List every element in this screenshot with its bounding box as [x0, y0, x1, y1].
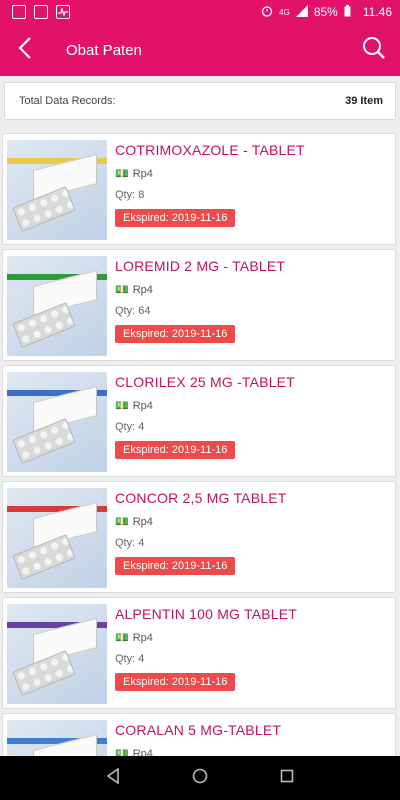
records-count: 39 Item: [345, 95, 383, 107]
nav-back-button[interactable]: [98, 763, 128, 793]
expiry-badge: Ekspired: 2019-11-16: [115, 557, 236, 575]
alarm-icon: [261, 5, 273, 20]
item-title: COTRIMOXAZOLE - TABLET: [115, 142, 305, 158]
battery-percent: 85%: [313, 5, 338, 19]
product-image: [7, 372, 107, 472]
back-button[interactable]: [0, 24, 50, 76]
item-price: Rp4: [132, 167, 153, 180]
money-icon: 💵: [115, 516, 129, 528]
item-price: Rp4: [132, 515, 153, 528]
item-price: Rp4: [132, 283, 153, 296]
item-title: CLORILEX 25 MG -TABLET: [115, 374, 295, 390]
item-qty: Qty: 4: [115, 537, 145, 549]
list-item[interactable]: CORALAN 5 MG-TABLET 💵 Rp4: [2, 713, 396, 757]
money-icon: 💵: [115, 632, 129, 644]
clock-time: 11.46: [362, 5, 392, 19]
image-icon: [34, 5, 48, 19]
nav-home-button[interactable]: [185, 763, 215, 793]
list-item[interactable]: CLORILEX 25 MG -TABLET 💵 Rp4 Qty: 4 Ekspi…: [2, 365, 396, 477]
product-image: [7, 604, 107, 704]
signal-icon: [295, 4, 308, 20]
item-qty: Qty: 64: [115, 305, 151, 317]
status-bar: 4G 85% 11.46: [0, 0, 400, 24]
circle-home-icon: [192, 768, 208, 789]
money-icon: 💵: [115, 284, 129, 296]
records-label: Total Data Records:: [19, 95, 116, 107]
list-item[interactable]: LOREMID 2 MG - TABLET 💵 Rp4 Qty: 64 Ekspi…: [2, 249, 396, 361]
battery-icon: [344, 4, 351, 20]
gallery-icon: [12, 5, 26, 19]
list-item[interactable]: CONCOR 2,5 MG TABLET 💵 Rp4 Qty: 4 Ekspire…: [2, 481, 396, 593]
nav-recents-button[interactable]: [272, 763, 302, 793]
expiry-badge: Ekspired: 2019-11-16: [115, 325, 236, 343]
item-qty: Qty: 4: [115, 421, 145, 433]
records-summary: Total Data Records: 39 Item: [4, 82, 396, 120]
product-image: [7, 140, 107, 240]
item-title: CONCOR 2,5 MG TABLET: [115, 490, 287, 506]
app-bar: Obat Paten: [0, 24, 400, 76]
expiry-badge: Ekspired: 2019-11-16: [115, 673, 236, 691]
search-button[interactable]: [348, 24, 400, 76]
item-price: Rp4: [132, 631, 153, 644]
product-image: [7, 488, 107, 588]
item-title: ALPENTIN 100 MG TABLET: [115, 606, 298, 622]
page-title: Obat Paten: [66, 41, 142, 59]
item-qty: Qty: 4: [115, 653, 145, 665]
product-image: [7, 720, 107, 756]
expiry-badge: Ekspired: 2019-11-16: [115, 209, 236, 227]
list-item[interactable]: COTRIMOXAZOLE - TABLET 💵 Rp4 Qty: 8 Ekspi…: [2, 133, 396, 245]
square-recents-icon: [280, 769, 294, 788]
notification-icons: [12, 5, 70, 19]
money-icon: 💵: [115, 168, 129, 180]
list-item[interactable]: ALPENTIN 100 MG TABLET 💵 Rp4 Qty: 4 Ekspi…: [2, 597, 396, 709]
product-image: [7, 256, 107, 356]
expiry-badge: Ekspired: 2019-11-16: [115, 441, 236, 459]
search-icon: [362, 36, 386, 65]
item-title: CORALAN 5 MG-TABLET: [115, 722, 282, 738]
activity-icon: [56, 5, 70, 19]
chevron-left-icon: [18, 36, 32, 65]
item-qty: Qty: 8: [115, 189, 145, 201]
item-title: LOREMID 2 MG - TABLET: [115, 258, 286, 274]
item-price: Rp4: [132, 399, 153, 412]
triangle-back-icon: [106, 766, 120, 789]
money-icon: 💵: [115, 400, 129, 412]
network-type: 4G: [279, 7, 290, 17]
system-nav-bar: [0, 756, 400, 800]
